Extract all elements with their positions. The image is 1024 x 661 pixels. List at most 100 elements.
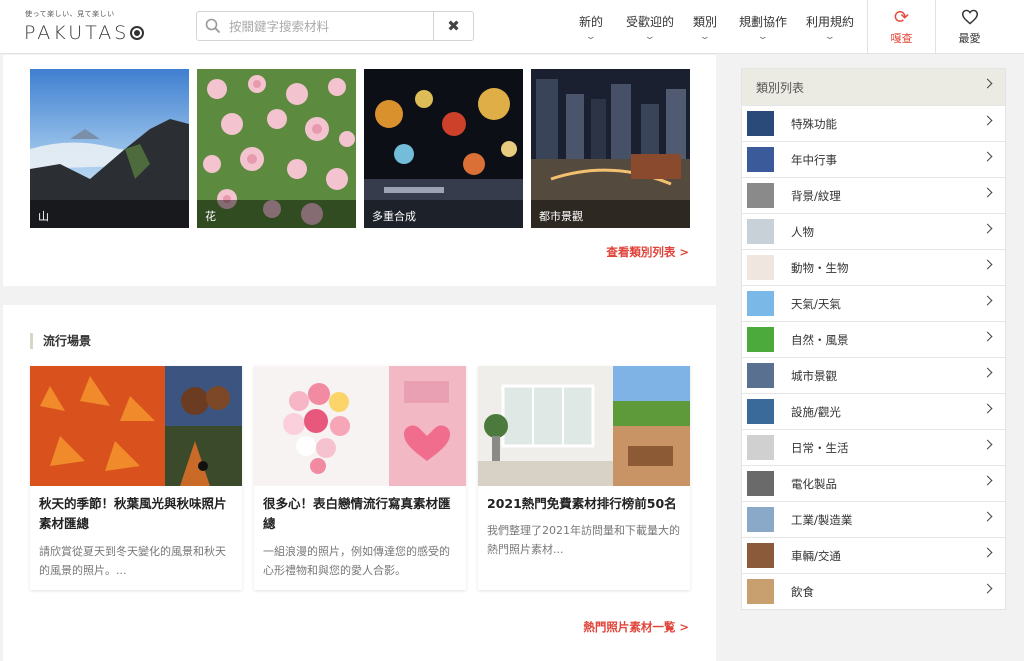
card-description: 我們整理了2021年訪問量和下載量大的熱門照片素材... [487, 524, 680, 556]
chevron-down-icon: ⌄ [584, 31, 598, 42]
sidebar-category-item[interactable]: 飲食 [742, 573, 1005, 609]
sidebar-category-label: 人物 [791, 224, 814, 239]
vehicle-icon [747, 543, 774, 568]
chevron-right-icon [982, 115, 993, 126]
person-icon [747, 219, 774, 244]
valentine-collage-photo [254, 366, 466, 486]
chevron-right-icon [982, 367, 993, 378]
sidebar-category-item[interactable]: 車輛/交通 [742, 537, 1005, 573]
sidebar-category-item[interactable]: 背景/紋理 [742, 177, 1005, 213]
sidebar-category-label: 特殊功能 [791, 116, 837, 131]
city-icon [747, 363, 774, 388]
nav-popular-label: 受歡迎的 [626, 14, 675, 29]
sidebar-category-item[interactable]: 城市景觀 [742, 357, 1005, 393]
sidebar-category-item[interactable]: 日常・生活 [742, 429, 1005, 465]
sidebar-category-item[interactable]: 人物 [742, 213, 1005, 249]
chevron-right-icon [982, 259, 993, 270]
texture-icon [747, 183, 774, 208]
facility-icon [747, 399, 774, 424]
nav-popular[interactable]: 受歡迎的 ⌄ [626, 0, 674, 54]
logo-ring-icon [130, 26, 145, 40]
heart-icon [961, 9, 978, 25]
sidebar-header[interactable]: 類別列表 [742, 69, 1005, 105]
weather-icon [747, 291, 774, 316]
industry-icon [747, 507, 774, 532]
trending-card[interactable]: 很多心！表白戀情流行寫真素材匯總 一組浪漫的照片，例如傳達您的感受的心形禮物和與… [254, 366, 466, 590]
trending-card[interactable]: 2021熱門免費素材排行榜前50名 我們整理了2021年訪問量和下載量大的熱門照… [478, 366, 690, 590]
chevron-right-icon [982, 511, 993, 522]
nav-terms[interactable]: 利用規約 ⌄ [806, 0, 854, 54]
sidebar-category-label: 日常・生活 [791, 440, 849, 455]
sidebar-category-item[interactable]: 動物・生物 [742, 249, 1005, 285]
sidebar-category-item[interactable]: 特殊功能 [742, 105, 1005, 141]
chevron-right-icon [982, 78, 993, 89]
card-image [478, 366, 690, 486]
category-thumb-mountain[interactable]: 山 [30, 69, 189, 228]
special-feature-icon [747, 111, 774, 136]
nav-categories-label: 類別 [693, 14, 718, 29]
refresh-icon: ⟳ [893, 6, 910, 28]
sidebar-category-item[interactable]: 電化製品 [742, 465, 1005, 501]
category-sidebar: 類別列表 特殊功能年中行事背景/紋理人物動物・生物天氣/天氣自然・風景城市景觀設… [741, 68, 1006, 610]
nav-collaboration-label: 規劃協作 [739, 14, 788, 29]
sidebar-category-label: 電化製品 [791, 476, 837, 491]
top-header: 使って楽しい、見て楽しい PAKUTAS ✖ 新的 ⌄ 受歡迎的 ⌄ 類別 ⌄ … [0, 0, 1024, 54]
sidebar-category-label: 設施/觀光 [791, 404, 841, 419]
chevron-right-icon [982, 331, 993, 342]
card-title[interactable]: 秋天的季節！秋葉風光與秋味照片素材匯總 [39, 494, 235, 534]
close-icon: ✖ [447, 17, 460, 35]
sidebar-category-item[interactable]: 自然・風景 [742, 321, 1005, 357]
appliance-icon [747, 471, 774, 496]
nav-new[interactable]: 新的 ⌄ [579, 0, 603, 54]
chevron-down-icon: ⌄ [823, 31, 837, 42]
thumb-caption: 山 [30, 200, 189, 228]
card-image [30, 366, 242, 486]
sidebar-category-label: 年中行事 [791, 152, 837, 167]
sidebar-category-item[interactable]: 年中行事 [742, 141, 1005, 177]
sidebar-title: 類別列表 [756, 80, 805, 95]
card-title[interactable]: 2021熱門免費素材排行榜前50名 [487, 494, 683, 514]
nav-collaboration[interactable]: 規劃協作 ⌄ [739, 0, 787, 54]
chevron-right-icon [982, 475, 993, 486]
trending-card[interactable]: 秋天的季節！秋葉風光與秋味照片素材匯總 請欣賞從夏天到冬天變化的風景和秋天的風景… [30, 366, 242, 590]
popular-photos-link[interactable]: 熱門照片素材一覧 > [583, 619, 689, 635]
chevron-right-icon [982, 223, 993, 234]
sidebar-category-item[interactable]: 工業/製造業 [742, 501, 1005, 537]
favorites-button[interactable]: 最愛 [935, 0, 1003, 54]
sidebar-category-label: 工業/製造業 [791, 512, 853, 527]
sidebar-category-label: 城市景觀 [791, 368, 837, 383]
section-title: 流行場景 [30, 333, 91, 349]
gacha-button[interactable]: ⟳ 嘎查 [867, 0, 935, 54]
gacha-label: 嘎查 [890, 31, 913, 45]
nature-icon [747, 327, 774, 352]
sidebar-category-label: 背景/紋理 [791, 188, 841, 203]
category-thumb-multiple-exposure[interactable]: 多重合成 [364, 69, 523, 228]
category-thumb-flower[interactable]: 花 [197, 69, 356, 228]
chevron-right-icon [982, 403, 993, 414]
chevron-right-icon [982, 439, 993, 450]
sidebar-category-label: 天氣/天氣 [791, 296, 841, 311]
card-title[interactable]: 很多心！表白戀情流行寫真素材匯總 [263, 494, 459, 534]
category-thumb-cityscape[interactable]: 都市景觀 [531, 69, 690, 228]
chevron-down-icon: ⌄ [698, 31, 712, 42]
card-description: 一組浪漫的照片，例如傳達您的感受的心形禮物和與您的愛人合影。 [263, 545, 450, 577]
trending-section: 流行場景 秋天的季節！秋葉風光與秋味照片素材匯總 請欣賞從夏天到冬天變化的風景和… [3, 305, 716, 661]
clear-search-button[interactable]: ✖ [433, 12, 473, 40]
thumb-caption: 都市景觀 [531, 200, 690, 228]
sidebar-category-label: 飲食 [791, 584, 814, 599]
logo-tagline: 使って楽しい、見て楽しい [25, 10, 115, 18]
nav-categories[interactable]: 類別 ⌄ [693, 0, 717, 54]
search-input[interactable] [229, 15, 425, 37]
favorites-label: 最愛 [958, 31, 981, 45]
food-icon [747, 579, 774, 604]
sidebar-category-item[interactable]: 設施/觀光 [742, 393, 1005, 429]
daily-life-icon [747, 435, 774, 460]
sidebar-category-item[interactable]: 天氣/天氣 [742, 285, 1005, 321]
nav-new-label: 新的 [579, 14, 604, 29]
pakutaso-logo[interactable]: 使って楽しい、見て楽しい PAKUTAS [22, 8, 162, 46]
chevron-right-icon [982, 151, 993, 162]
view-categories-link[interactable]: 查看類別列表 > [606, 244, 689, 260]
sidebar-category-label: 自然・風景 [791, 332, 849, 347]
logo-text: PAKUTAS [24, 22, 130, 44]
chevron-down-icon: ⌄ [643, 31, 657, 42]
